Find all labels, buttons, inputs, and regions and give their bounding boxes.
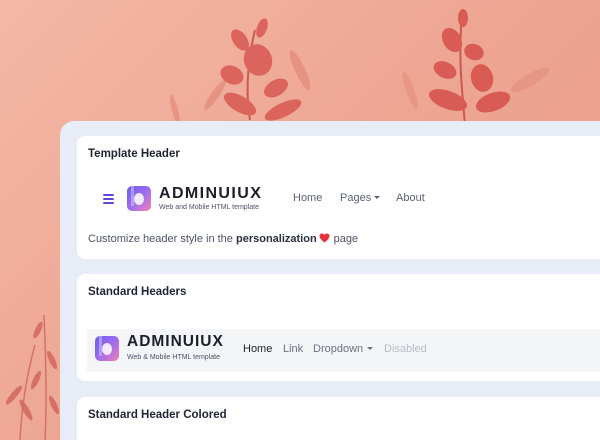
adminuiux-logo-icon[interactable] — [127, 186, 151, 211]
note-prefix: Customize header style in the — [88, 233, 233, 245]
brand-tagline: Web and Mobile HTML template — [159, 204, 259, 211]
nav-pages-dropdown[interactable]: Pages — [340, 192, 381, 204]
nav-disabled: Disabled — [384, 343, 427, 355]
caret-down-icon — [367, 347, 374, 350]
standard-headers-card: Standard Headers ADMINUIUX Web & Mobile … — [77, 274, 600, 381]
personalization-note: Customize header style in the personaliz… — [88, 233, 358, 245]
brand-name[interactable]: ADMINUIUX — [159, 185, 262, 203]
hamburger-menu-icon[interactable] — [103, 194, 114, 206]
nav-about[interactable]: About — [396, 192, 425, 204]
nav-link[interactable]: Link — [283, 343, 303, 355]
adminuiux-logo-icon[interactable] — [95, 336, 119, 361]
nav-pages-label: Pages — [340, 192, 372, 204]
note-suffix: page — [333, 233, 359, 245]
brand-tagline: Web & Mobile HTML template — [127, 354, 220, 361]
caret-down-icon — [374, 196, 381, 199]
template-header-card: Template Header ADMINUIUX Web and Mobile… — [77, 136, 600, 259]
nav-dropdown[interactable]: Dropdown — [313, 343, 374, 355]
personalization-link[interactable]: personalization — [236, 233, 317, 245]
nav-home[interactable]: Home — [243, 343, 272, 355]
nav-home[interactable]: Home — [293, 192, 322, 204]
standard-header-colored-card: Standard Header Colored — [77, 397, 600, 440]
card-title: Standard Header Colored — [88, 409, 227, 421]
heart-icon — [319, 233, 330, 243]
nav-dropdown-label: Dropdown — [313, 343, 364, 355]
brand-name[interactable]: ADMINUIUX — [127, 333, 224, 351]
card-title: Template Header — [88, 148, 180, 160]
card-title: Standard Headers — [88, 286, 187, 298]
